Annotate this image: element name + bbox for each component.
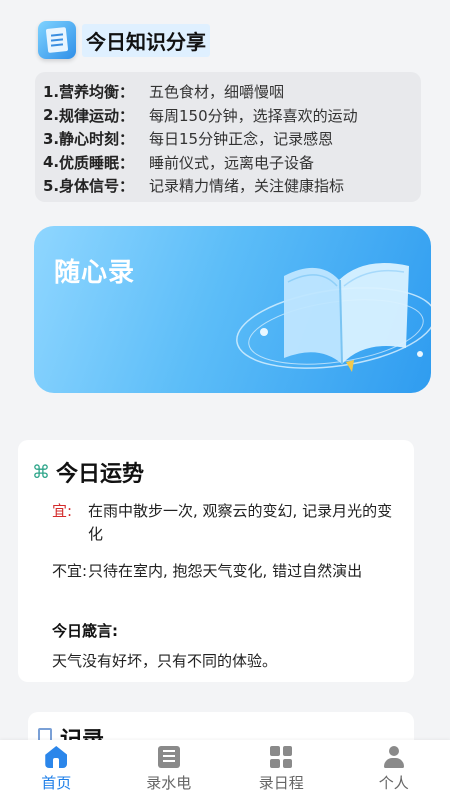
journal-banner[interactable]: 随心录 [34,226,431,393]
command-icon: ⌘ [32,461,50,483]
tip-label: 优质睡眠： [59,153,135,172]
tip-item: 3. 静心时刻： 每日15分钟正念，记录感恩 [43,127,421,151]
bottom-tab-bar: 首页 录水电 录日程 个人 [0,740,450,800]
home-icon [45,746,68,768]
open-book-icon [236,263,431,372]
tip-text: 每周150分钟，选择喜欢的运动 [149,106,358,125]
dont-label: 不宜: [52,562,88,580]
tip-text: 每日15分钟正念，记录感恩 [149,130,334,149]
tip-number: 2. [43,106,60,125]
do-label: 宜: [52,502,73,520]
tip-text: 记录精力情绪，关注健康指标 [149,177,345,196]
tab-label: 个人 [378,774,409,792]
motto-text: 天气没有好坏，只有不同的体验。 [52,652,278,670]
tip-label: 静心时刻： [59,130,135,149]
grid-icon [270,746,293,768]
tab-utilities[interactable]: 录水电 [113,740,226,800]
tip-text: 睡前仪式，远离电子设备 [149,153,315,172]
fortune-header: ⌘ 今日运势 [32,456,144,488]
tab-label: 录日程 [258,774,304,792]
tip-text: 五色食材，细嚼慢咽 [149,83,285,102]
daily-fortune-card: ⌘ 今日运势 宜: 在雨中散步一次, 观察云的变幻, 记录月光的变化 不宜: 只… [18,440,414,682]
tip-item: 5. 身体信号： 记录精力情绪，关注健康指标 [43,174,421,198]
fortune-dont: 不宜: 只待在室内, 抱怨天气变化, 错过自然演出 [52,560,398,583]
dont-text: 只待在室内, 抱怨天气变化, 错过自然演出 [88,562,363,580]
motto-label: 今日箴言: [52,622,118,640]
notebook-logo-icon [38,21,76,59]
tab-label: 录水电 [146,774,192,792]
tip-item: 1. 营养均衡： 五色食材，细嚼慢咽 [43,80,421,104]
tab-home[interactable]: 首页 [0,740,113,800]
tab-label: 首页 [41,774,72,792]
tip-label: 营养均衡： [59,83,135,102]
banner-title: 随心录 [54,258,136,288]
tip-label: 身体信号： [59,177,135,196]
knowledge-tips-card: 1. 营养均衡： 五色食材，细嚼慢咽 2. 规律运动： 每周150分钟，选择喜欢… [35,72,421,202]
tip-number: 3. [43,129,60,148]
header: 今日知识分享 [38,20,210,60]
do-text: 在雨中散步一次, 观察云的变幻, 记录月光的变化 [88,502,393,543]
tip-number: 1. [43,82,60,101]
meter-icon [157,746,180,768]
tip-item: 4. 优质睡眠： 睡前仪式，远离电子设备 [43,151,421,175]
fortune-title: 今日运势 [56,462,145,487]
tab-schedule[interactable]: 录日程 [225,740,338,800]
tip-label: 规律运动： [59,106,135,125]
tip-number: 5. [43,176,60,195]
tip-number: 4. [43,153,60,172]
fortune-do: 宜: 在雨中散步一次, 观察云的变幻, 记录月光的变化 [52,500,398,546]
tab-profile[interactable]: 个人 [338,740,450,800]
user-icon [383,746,405,768]
tip-item: 2. 规律运动： 每周150分钟，选择喜欢的运动 [43,104,421,128]
page-title: 今日知识分享 [82,23,210,57]
